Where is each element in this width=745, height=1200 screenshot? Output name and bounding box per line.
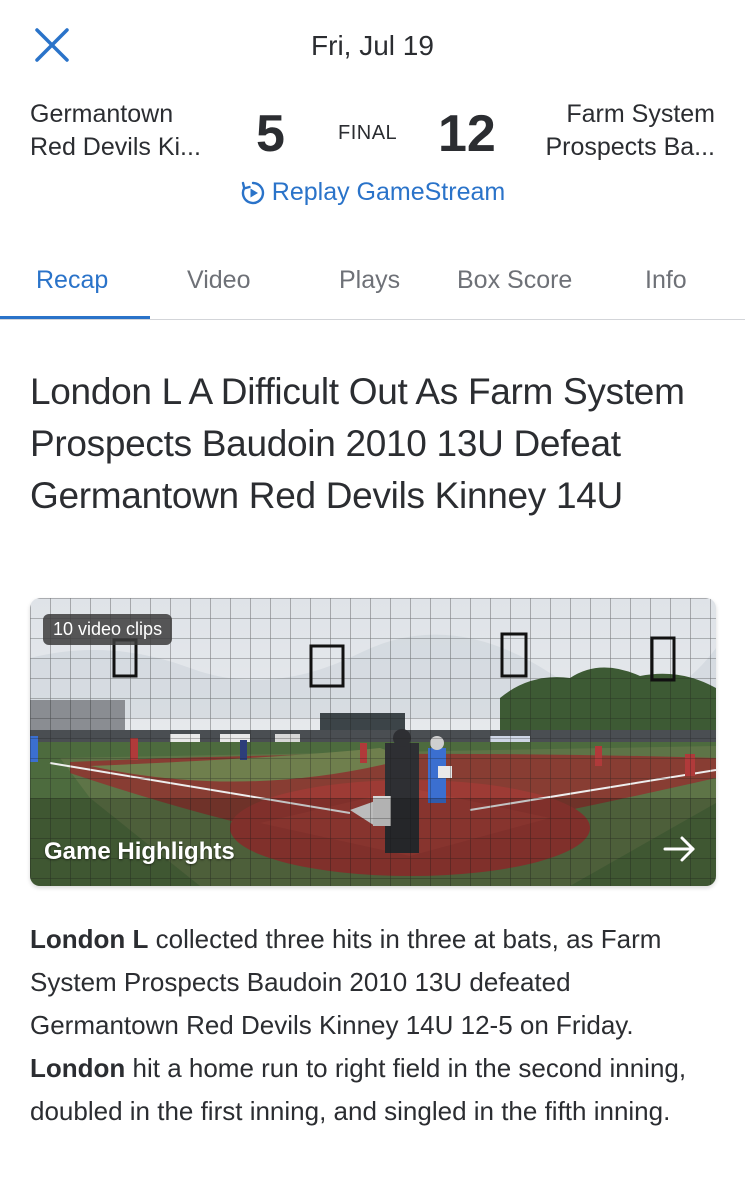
- tab-bar: Recap Video Plays Box Score Info: [0, 250, 745, 320]
- player-name-bold-2: London: [30, 1053, 126, 1083]
- home-team-line2: Red Devils Ki...: [30, 133, 201, 161]
- recap-body: London L collected three hits in three a…: [30, 918, 720, 1133]
- replay-gamestream-link[interactable]: Replay GameStream: [0, 178, 745, 213]
- tab-recap[interactable]: Recap: [36, 266, 108, 295]
- home-team-line1: Germantown: [30, 100, 174, 128]
- tab-box-score[interactable]: Box Score: [457, 266, 572, 295]
- highlights-title: Game Highlights: [44, 838, 235, 865]
- tab-plays[interactable]: Plays: [339, 266, 400, 295]
- away-team-line2: Prospects Ba...: [545, 133, 715, 161]
- player-name-bold: London L: [30, 924, 149, 954]
- tab-info[interactable]: Info: [645, 266, 687, 295]
- away-score: 12: [438, 105, 496, 163]
- scoreboard: Germantown Red Devils Ki... 5 FINAL 12 F…: [0, 96, 745, 176]
- replay-play-icon: [241, 181, 264, 204]
- tab-video[interactable]: Video: [187, 266, 251, 295]
- arrow-right-icon[interactable]: [662, 834, 698, 864]
- home-team-name[interactable]: Germantown Red Devils Ki...: [30, 98, 240, 164]
- away-team-name[interactable]: Farm System Prospects Ba...: [505, 98, 715, 164]
- game-status: FINAL: [338, 122, 398, 144]
- top-bar: Fri, Jul 19: [0, 0, 745, 90]
- game-date: Fri, Jul 19: [311, 30, 434, 61]
- home-score: 5: [256, 105, 285, 163]
- video-clips-badge: 10 video clips: [43, 614, 173, 645]
- away-team-line1: Farm System: [566, 100, 715, 128]
- article-headline: London L A Difficult Out As Farm System …: [30, 371, 685, 516]
- active-tab-indicator: [0, 316, 150, 319]
- replay-label: Replay GameStream: [271, 178, 506, 206]
- recap-sentence-2: hit a home run to right field in the sec…: [30, 1053, 687, 1126]
- game-highlights-card[interactable]: 10 video clips Game Highlights: [30, 598, 716, 886]
